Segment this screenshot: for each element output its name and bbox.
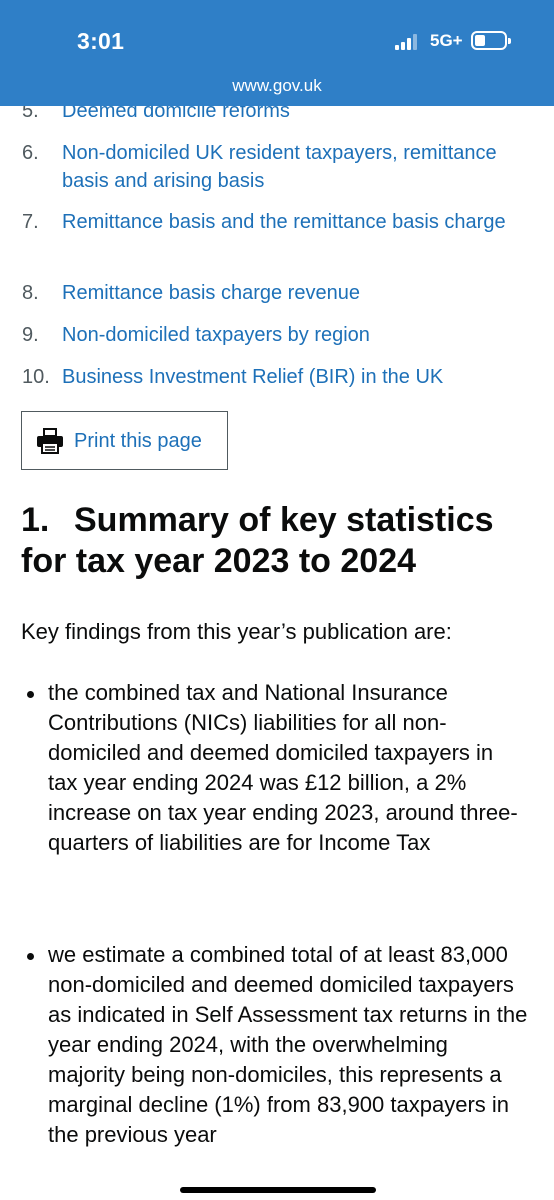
network-type: 5G+ xyxy=(430,31,463,50)
browser-top-bar: 3:01 5G+ www.gov.uk xyxy=(0,0,554,106)
contents-item-number: 10. xyxy=(22,366,50,388)
contents-item-number: 7. xyxy=(22,211,39,233)
print-page-label: Print this page xyxy=(74,430,202,452)
printer-icon xyxy=(37,428,63,454)
section-title: Summary of key statistics for tax year 2… xyxy=(21,501,494,580)
list-item-text: we estimate a combined total of at least… xyxy=(48,942,528,1147)
section-number: 1. xyxy=(21,501,50,539)
section-heading: 1. Summary of key statistics for tax year… xyxy=(21,500,541,582)
battery-icon xyxy=(471,31,511,50)
contents-item-number: 8. xyxy=(22,282,39,304)
list-item-text: the combined tax and National Insurance … xyxy=(48,680,518,855)
contents-item-link[interactable]: Non-domiciled UK resident taxpayers, rem… xyxy=(62,139,532,195)
bullet-icon xyxy=(27,691,34,698)
address-bar-url[interactable]: www.gov.uk xyxy=(0,76,554,96)
contents-item-number: 6. xyxy=(22,142,39,164)
bullet-icon xyxy=(27,953,34,960)
print-page-button[interactable]: Print this page xyxy=(21,411,228,470)
contents-item-link[interactable]: Business Investment Relief (BIR) in the … xyxy=(62,363,532,391)
section-intro: Key findings from this year’s publicatio… xyxy=(21,619,452,644)
contents-item-number: 9. xyxy=(22,324,39,346)
contents-item-link[interactable]: Non-domiciled taxpayers by region xyxy=(62,321,532,349)
status-time: 3:01 xyxy=(77,28,125,54)
signal-icon xyxy=(395,34,421,50)
contents-item-link[interactable]: Remittance basis and the remittance basi… xyxy=(62,208,532,236)
contents-item-link[interactable]: Remittance basis charge revenue xyxy=(62,279,532,307)
home-indicator[interactable] xyxy=(180,1187,376,1193)
